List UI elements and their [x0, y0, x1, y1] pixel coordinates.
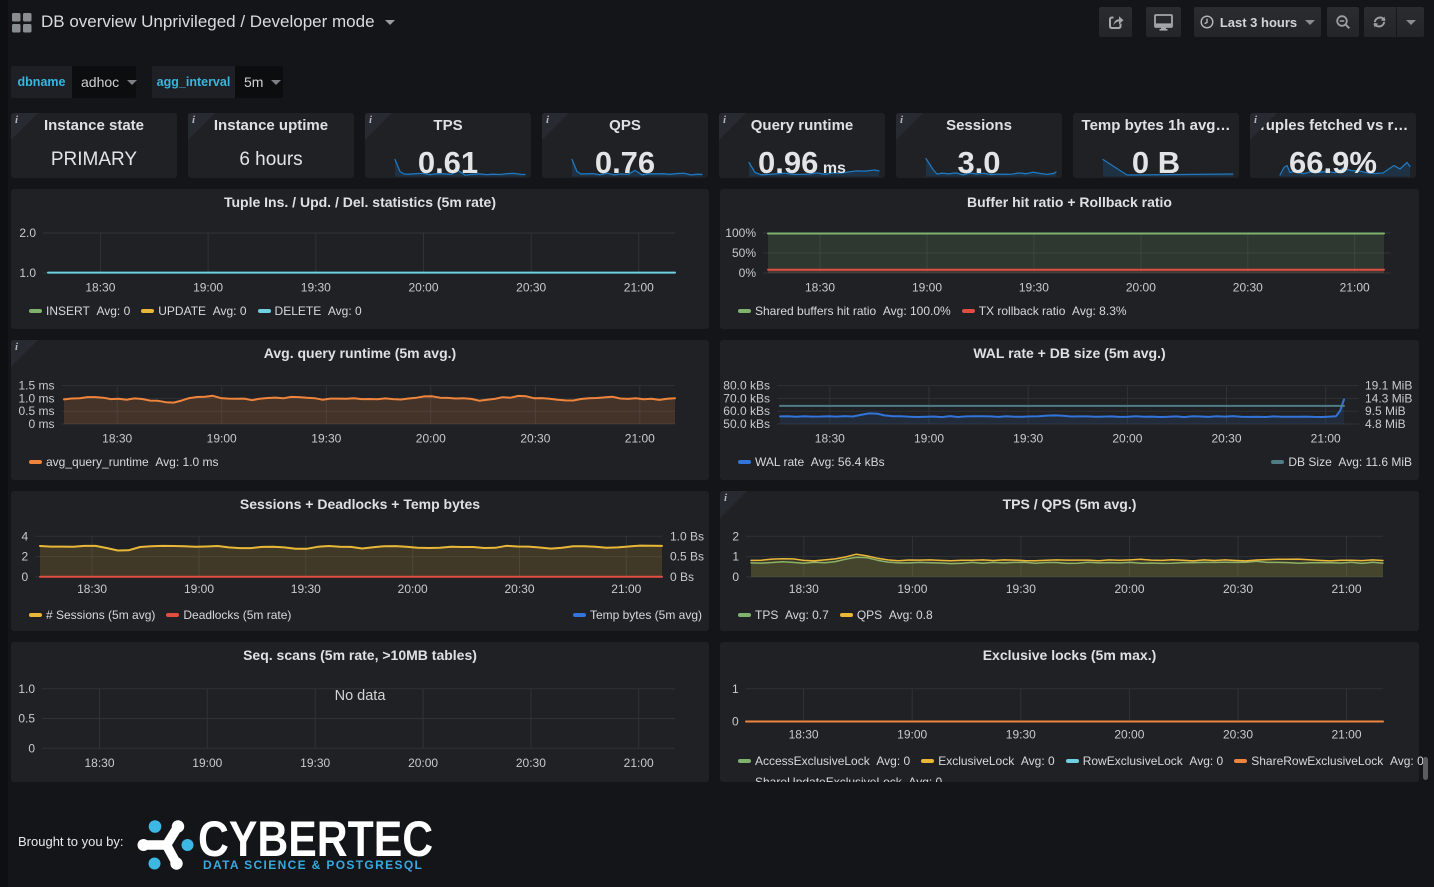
svg-text:21:00: 21:00: [1311, 432, 1341, 446]
svg-text:20:00: 20:00: [1112, 432, 1142, 446]
svg-text:19:30: 19:30: [311, 432, 341, 446]
svg-text:20:30: 20:30: [520, 432, 550, 446]
svg-text:0 Bs: 0 Bs: [670, 570, 694, 584]
svg-text:18:30: 18:30: [815, 432, 845, 446]
svg-text:20:30: 20:30: [516, 756, 546, 770]
svg-text:20:30: 20:30: [1233, 281, 1263, 295]
svg-text:0 ms: 0 ms: [28, 417, 54, 431]
svg-text:1.0 Bs: 1.0 Bs: [670, 529, 704, 543]
svg-text:0.5 Bs: 0.5 Bs: [670, 550, 704, 564]
svg-text:20:00: 20:00: [408, 756, 438, 770]
svg-text:50.0 kBs: 50.0 kBs: [723, 417, 770, 431]
svg-text:2.0: 2.0: [19, 226, 36, 240]
svg-text:18:30: 18:30: [84, 756, 114, 770]
svg-text:19:30: 19:30: [300, 756, 330, 770]
svg-text:20:00: 20:00: [1114, 728, 1144, 742]
svg-text:0: 0: [732, 570, 739, 584]
svg-text:0%: 0%: [739, 266, 757, 280]
svg-text:19:00: 19:00: [207, 432, 237, 446]
svg-text:0: 0: [28, 741, 35, 755]
svg-text:21:00: 21:00: [1340, 281, 1370, 295]
svg-text:1.0: 1.0: [19, 266, 36, 280]
svg-text:20:30: 20:30: [516, 281, 546, 295]
svg-text:21:00: 21:00: [624, 281, 654, 295]
svg-text:20:30: 20:30: [504, 582, 534, 596]
svg-text:19:00: 19:00: [192, 756, 222, 770]
svg-text:20:00: 20:00: [398, 582, 428, 596]
svg-text:18:30: 18:30: [789, 582, 819, 596]
svg-text:No data: No data: [335, 688, 387, 704]
svg-text:19:30: 19:30: [301, 281, 331, 295]
svg-text:19:00: 19:00: [897, 728, 927, 742]
svg-text:19:30: 19:30: [1006, 582, 1036, 596]
svg-text:20:00: 20:00: [408, 281, 438, 295]
svg-text:18:30: 18:30: [789, 728, 819, 742]
svg-text:21:00: 21:00: [1331, 582, 1361, 596]
svg-text:2: 2: [732, 529, 739, 543]
svg-text:18:30: 18:30: [102, 432, 132, 446]
svg-text:20:00: 20:00: [1126, 281, 1156, 295]
svg-text:21:00: 21:00: [611, 582, 641, 596]
svg-text:19:00: 19:00: [897, 582, 927, 596]
svg-text:20:30: 20:30: [1223, 582, 1253, 596]
svg-text:19:30: 19:30: [1013, 432, 1043, 446]
svg-text:20:00: 20:00: [1114, 582, 1144, 596]
svg-text:19:00: 19:00: [912, 281, 942, 295]
svg-text:50%: 50%: [732, 246, 756, 260]
svg-text:20:30: 20:30: [1223, 728, 1253, 742]
svg-text:1: 1: [732, 550, 739, 564]
svg-text:2: 2: [22, 550, 29, 564]
svg-text:1: 1: [732, 682, 739, 696]
svg-text:20:30: 20:30: [1211, 432, 1241, 446]
svg-text:21:00: 21:00: [1331, 728, 1361, 742]
svg-text:1.0: 1.0: [18, 682, 35, 696]
svg-text:19:30: 19:30: [291, 582, 321, 596]
svg-text:20:00: 20:00: [416, 432, 446, 446]
svg-text:18:30: 18:30: [77, 582, 107, 596]
svg-text:19:00: 19:00: [193, 281, 223, 295]
svg-text:21:00: 21:00: [624, 756, 654, 770]
svg-text:4.8 MiB: 4.8 MiB: [1365, 417, 1406, 431]
svg-text:19:30: 19:30: [1006, 728, 1036, 742]
svg-text:19:30: 19:30: [1019, 281, 1049, 295]
svg-text:19:00: 19:00: [914, 432, 944, 446]
svg-text:18:30: 18:30: [805, 281, 835, 295]
svg-text:0: 0: [732, 715, 739, 729]
svg-text:0.5: 0.5: [18, 712, 35, 726]
svg-text:100%: 100%: [725, 226, 756, 240]
svg-text:4: 4: [22, 529, 29, 543]
svg-text:19:00: 19:00: [184, 582, 214, 596]
svg-text:21:00: 21:00: [625, 432, 655, 446]
svg-text:18:30: 18:30: [85, 281, 115, 295]
svg-text:0: 0: [22, 570, 29, 584]
